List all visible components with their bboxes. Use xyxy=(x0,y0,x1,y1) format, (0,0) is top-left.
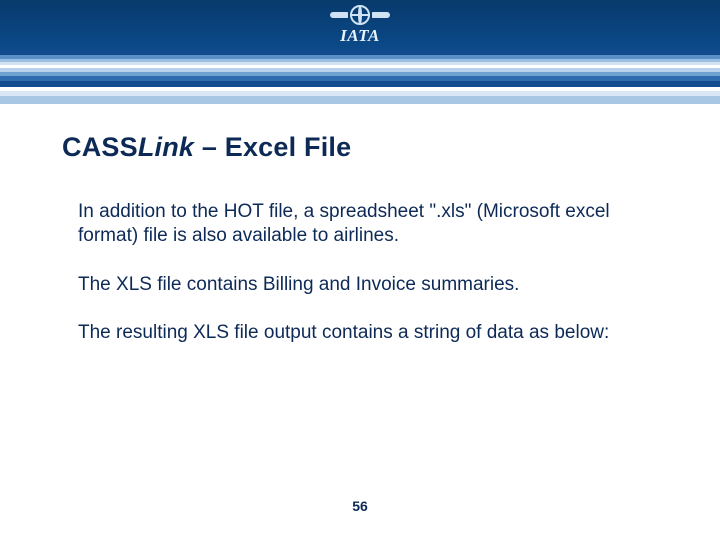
title-suffix: – Excel File xyxy=(194,132,351,162)
iata-logo-text: IATA xyxy=(340,26,380,46)
body-text: In addition to the HOT file, a spreadshe… xyxy=(78,200,650,369)
slide-title: CASSLink – Excel File xyxy=(62,132,351,163)
paragraph-3: The resulting XLS file output contains a… xyxy=(78,321,650,345)
title-prefix: CASS xyxy=(62,132,138,162)
paragraph-2: The XLS file contains Billing and Invoic… xyxy=(78,273,650,297)
wing-left-icon xyxy=(330,12,348,18)
header-logo-strip: IATA xyxy=(0,0,720,50)
iata-logo-icon xyxy=(330,5,390,25)
globe-icon xyxy=(350,5,370,25)
wing-right-icon xyxy=(372,12,390,18)
iata-logo: IATA xyxy=(330,5,390,46)
page-number: 56 xyxy=(0,498,720,514)
band-12 xyxy=(0,96,720,104)
paragraph-1: In addition to the HOT file, a spreadshe… xyxy=(78,200,650,249)
title-italic: Link xyxy=(138,132,194,162)
slide: IATA CASSLink – Excel File In addition t… xyxy=(0,0,720,540)
